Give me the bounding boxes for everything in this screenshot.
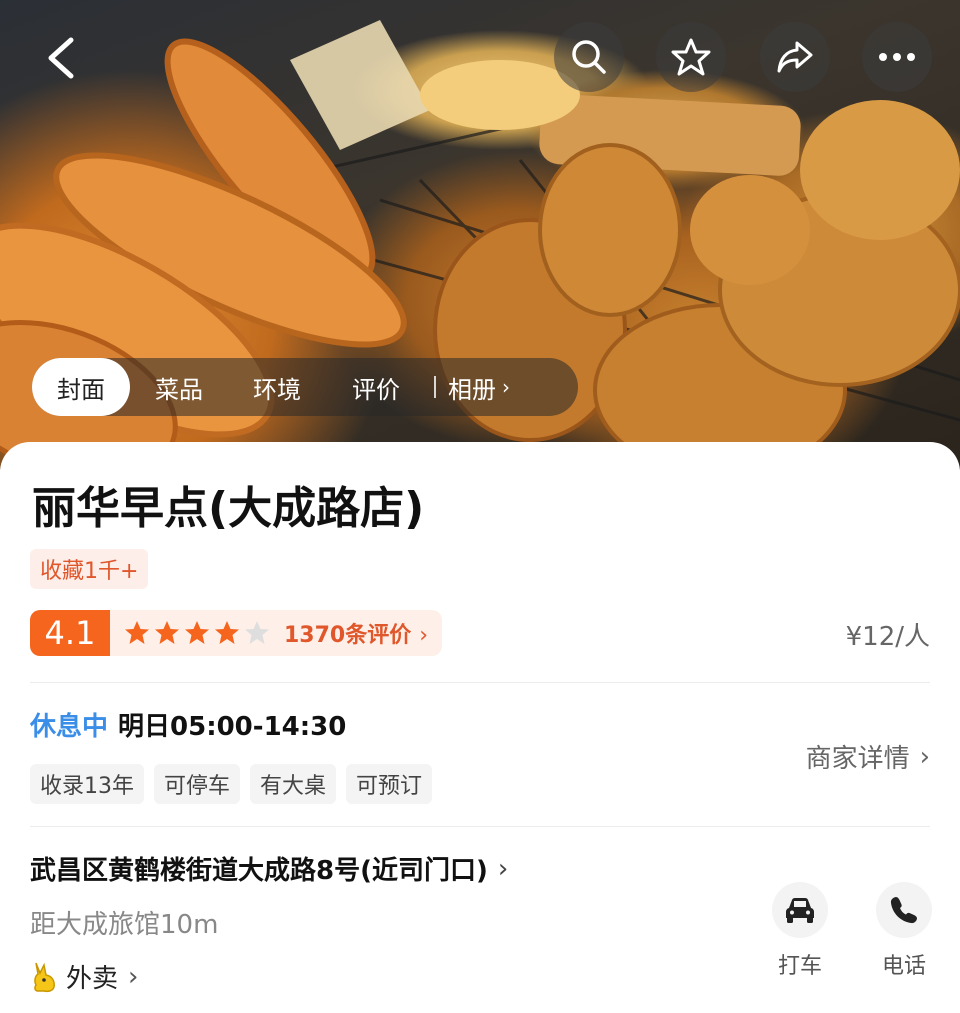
address-text: 武昌区黄鹤楼街道大成路8号(近司门口) (30, 856, 488, 886)
search-button[interactable] (554, 22, 624, 92)
shop-name: 丽华早点(大成路店) (32, 483, 425, 534)
star-empty-icon (245, 621, 269, 644)
star-filled-icon (185, 621, 209, 644)
rating-stars (124, 620, 270, 646)
merchant-details-label: 商家详情 (805, 744, 910, 774)
reviews-link[interactable]: 1370条评价 › (284, 617, 428, 649)
phone-button[interactable]: 电话 (874, 882, 934, 980)
tab-dishes[interactable]: 菜品 (130, 358, 228, 416)
rating-row[interactable]: 4.1 1370条评价 › (30, 610, 443, 656)
star-filled-icon (125, 621, 149, 644)
tab-album[interactable]: 相册 › (448, 358, 514, 416)
tab-cover[interactable]: 封面 (32, 358, 130, 416)
star-outline-icon (671, 38, 711, 76)
divider (30, 826, 930, 827)
delivery-link[interactable]: 外卖 › (30, 958, 138, 995)
star-filled-icon (215, 621, 239, 644)
distance-text: 距大成旅馆10m (30, 910, 219, 940)
tab-album-label: 相册 (448, 375, 496, 404)
tag: 可停车 (154, 764, 241, 804)
search-icon (572, 40, 606, 74)
phone-icon (890, 897, 917, 924)
reviews-count: 1370条评价 (284, 623, 412, 648)
share-button[interactable] (760, 22, 830, 92)
chevron-right-icon: › (502, 375, 510, 399)
phone-label: 电话 (881, 954, 926, 979)
business-hours: 休息中 明日05:00-14:30 (30, 706, 346, 743)
address-link[interactable]: 武昌区黄鹤楼街道大成路8号(近司门口) › (30, 850, 508, 887)
taxi-button[interactable]: 打车 (770, 882, 830, 980)
tab-environment[interactable]: 环境 (228, 358, 326, 416)
share-icon (777, 41, 813, 73)
delivery-kangaroo-icon (34, 962, 55, 992)
more-button[interactable] (862, 22, 932, 92)
hours-time: 明日05:00-14:30 (118, 712, 347, 742)
chevron-right-icon: › (919, 741, 930, 772)
shop-info-card: 丽华早点(大成路店) 收藏1千+ 4.1 1370条评价 › ¥12/人 休息中明… (0, 442, 960, 1013)
merchant-details-link[interactable]: 商家详情 › (806, 738, 930, 775)
chevron-right-icon: › (497, 853, 509, 884)
open-status: 休息中 (30, 712, 109, 742)
taxi-label: 打车 (777, 954, 822, 979)
tag: 有大桌 (250, 764, 337, 804)
favorites-badge: 收藏1千+ (30, 549, 149, 589)
car-icon (786, 898, 814, 923)
cover-photo[interactable]: 封面 菜品 环境 评价 相册 › (0, 0, 960, 470)
tab-divider (434, 376, 436, 398)
back-button[interactable] (30, 30, 90, 86)
chevron-right-icon: › (128, 961, 139, 992)
chevron-right-icon: › (419, 623, 429, 648)
delivery-label: 外卖 (66, 964, 119, 994)
star-filled-icon (155, 621, 179, 644)
more-dots-icon (879, 53, 915, 61)
tag: 可预订 (346, 764, 433, 804)
chevron-left-icon (48, 37, 74, 79)
favorite-button[interactable] (656, 22, 726, 92)
rating-score: 4.1 (30, 610, 110, 656)
price-per-person: ¥12/人 (845, 622, 930, 652)
feature-tags: 收录13年 可停车 有大桌 可预订 (30, 764, 433, 804)
divider (30, 682, 930, 683)
photo-tabs: 封面 菜品 环境 评价 相册 › (32, 358, 578, 416)
tab-reviews[interactable]: 评价 (326, 358, 426, 416)
tag: 收录13年 (30, 764, 144, 804)
